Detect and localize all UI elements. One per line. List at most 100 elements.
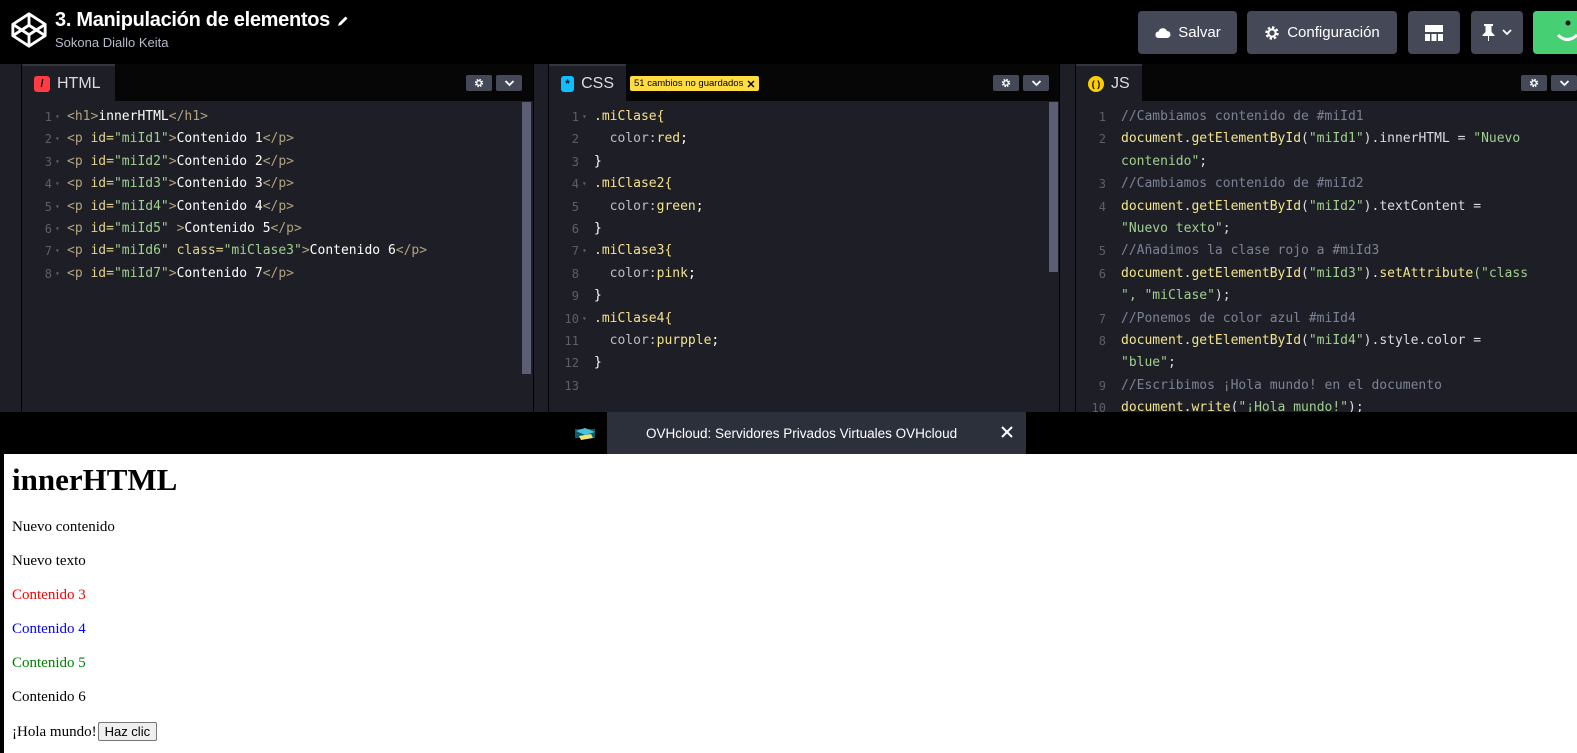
codepen-logo-icon[interactable] [10,11,48,49]
html-editor: / HTML 1 ▾ <h1>innerHTML</h1> 2 ▾ <p id="miI… [22,64,533,412]
code-line: 8 color:pink; [571,265,696,281]
settings-button[interactable]: Configuración [1247,11,1397,54]
chevron-down-icon [1031,79,1041,86]
preview-last-line: ¡Hola mundo! Haz clic [12,722,158,741]
pencil-icon[interactable] [336,14,350,28]
code-line: 4 document.getElementById("miId2").textCo… [1098,198,1482,214]
code-line: 8 document.getElementById("miId4").style.… [1098,332,1482,348]
cloud-icon [1155,27,1171,38]
chevron-down-icon [1559,79,1569,86]
css-editor-controls [993,75,1049,91]
haz-clic-button[interactable]: Haz clic [97,722,158,741]
code-line: 1 ▾ <h1>innerHTML</h1> [44,109,208,124]
code-line: 10 document.write("¡Hola mundo!"); [1091,400,1364,412]
code-line: 5//Añadimos la clase rojo a #miId3 [1098,243,1380,259]
code-line: 3} [571,153,602,169]
chevron-down-icon [1502,29,1512,36]
js-settings-button[interactable] [1521,75,1547,91]
code-line: 12} [564,355,602,371]
css-editor-header: * CSS 51 cambios no guardados [549,64,1059,101]
code-line: 4 ▾ <p id="miId3">Contenido 3</p> [44,176,294,192]
js-editor: ( ) JS 1//Cambiamos contenido de #miId1 … [1076,64,1577,412]
code-line: 4 ▾ .miClase2{ [571,176,673,192]
css-collapse-button[interactable] [1023,75,1049,91]
css-js-resizer[interactable] [1059,64,1076,412]
gear-icon [1529,78,1539,88]
html-scrollbar[interactable] [522,102,531,374]
settings-button-label: Configuración [1287,24,1380,41]
preview-paragraph: Nuevo texto [12,553,86,569]
gear-icon [474,78,484,88]
html-editor-tab[interactable]: / HTML [22,64,115,101]
close-icon[interactable] [747,80,755,88]
js-collapse-button[interactable] [1551,75,1577,91]
code-line: 13 [564,378,579,393]
code-line: 9} [571,288,602,304]
html-code-area[interactable]: 1 ▾ <h1>innerHTML</h1> 2 ▾ <p id="miId1">Con… [22,106,533,412]
js-code-area[interactable]: 1//Cambiamos contenido de #miId1 2 docume… [1076,106,1577,412]
code-line: "Nuevo texto"; [1121,220,1231,236]
pen-title-text: 3. Manipulación de elementos [55,9,330,31]
close-icon[interactable] [1000,425,1014,439]
js-braces-icon: ( ) [1088,75,1104,92]
html-css-resizer[interactable] [533,64,549,412]
user-avatar[interactable] [1533,11,1577,54]
css-editor: * CSS 51 cambios no guardados 1 ▾ .miClase… [549,64,1059,412]
preview-paragraph: Contenido 6 [12,689,86,705]
code-line: 1 ▾ .miClase{ [571,109,665,124]
ad-banner[interactable]: OVHcloud: Servidores Privados Virtuales … [607,412,1026,454]
code-line: 6} [571,220,602,236]
preview-pane: innerHTML Nuevo contenido Nuevo texto Co… [4,454,1577,753]
code-line: 2 document.getElementById("miId1").innerH… [1098,131,1521,147]
preview-heading: innerHTML [12,462,178,497]
code-line: 7 ▾ <p id="miId6" class="miClase3">Conteni… [44,243,428,259]
js-editor-header: ( ) JS [1076,64,1577,101]
code-line: "blue"; [1121,355,1176,371]
js-editor-tab[interactable]: ( ) JS [1076,64,1142,101]
layout-grid-icon [1425,24,1443,41]
html-collapse-button[interactable] [496,75,522,91]
pin-menu-button[interactable] [1471,11,1523,54]
code-line: 5 color:green; [571,198,704,214]
top-header: 3. Manipulación de elementos Sokona Dial… [0,0,1577,64]
chevron-down-icon [504,79,514,86]
css-editor-tab[interactable]: * CSS [549,64,626,101]
code-line: 6 ▾ <p id="miId5" >Contenido 5</p> [44,220,302,236]
js-editor-controls [1521,75,1577,91]
avatar-face-icon [1533,11,1577,54]
code-line: 7//Ponemos de color azul #miId4 [1098,310,1356,326]
unsaved-changes-text: 51 cambios no guardados [634,78,744,89]
ovhcloud-logo-icon[interactable] [573,421,598,445]
css-asterisk-icon: * [561,75,575,92]
pen-title-block: 3. Manipulación de elementos Sokona Dial… [55,9,350,50]
gear-icon [1001,78,1011,88]
code-line: 3 ▾ <p id="miId2">Contenido 2</p> [44,153,294,169]
change-view-button[interactable] [1408,11,1460,54]
html-editor-header: / HTML [22,64,533,101]
css-settings-button[interactable] [993,75,1019,91]
code-line: 10 ▾ .miClase4{ [564,310,673,326]
left-resizer[interactable] [0,64,22,412]
preview-paragraph-red: Contenido 3 [12,587,86,603]
css-code-area[interactable]: 1 ▾ .miClase{ 2 color:red; 3} 4 ▾ .miClase2{… [549,106,1059,412]
preview-paragraph-green: Contenido 5 [12,655,86,671]
html-editor-controls [466,75,522,91]
code-line: 8 ▾ <p id="miId7">Contenido 7</p> [44,265,294,281]
unsaved-changes-badge[interactable]: 51 cambios no guardados [630,76,760,91]
code-line: 9//Escribimos ¡Hola mundo! en el documen… [1098,377,1442,393]
code-line: 11 color:purpple; [564,332,720,348]
css-scrollbar[interactable] [1049,102,1058,272]
preview-paragraph-blue: Contenido 4 [12,621,86,637]
pen-title[interactable]: 3. Manipulación de elementos [55,9,350,32]
code-line: 6 document.getElementById("miId3").setAtt… [1098,265,1529,281]
gear-icon [1265,25,1279,40]
editor-area: / HTML 1 ▾ <h1>innerHTML</h1> 2 ▾ <p id="miI… [0,64,1577,412]
hola-mundo-text: ¡Hola mundo! [12,724,97,740]
code-line: ", "miClase"); [1121,288,1231,304]
code-line: 5 ▾ <p id="miId4">Contenido 4</p> [44,198,294,214]
html-tab-label: HTML [57,74,101,92]
code-line: contenido"; [1121,153,1208,169]
save-button[interactable]: Salvar [1138,11,1237,54]
pen-author[interactable]: Sokona Diallo Keita [55,35,350,50]
html-settings-button[interactable] [466,75,492,91]
